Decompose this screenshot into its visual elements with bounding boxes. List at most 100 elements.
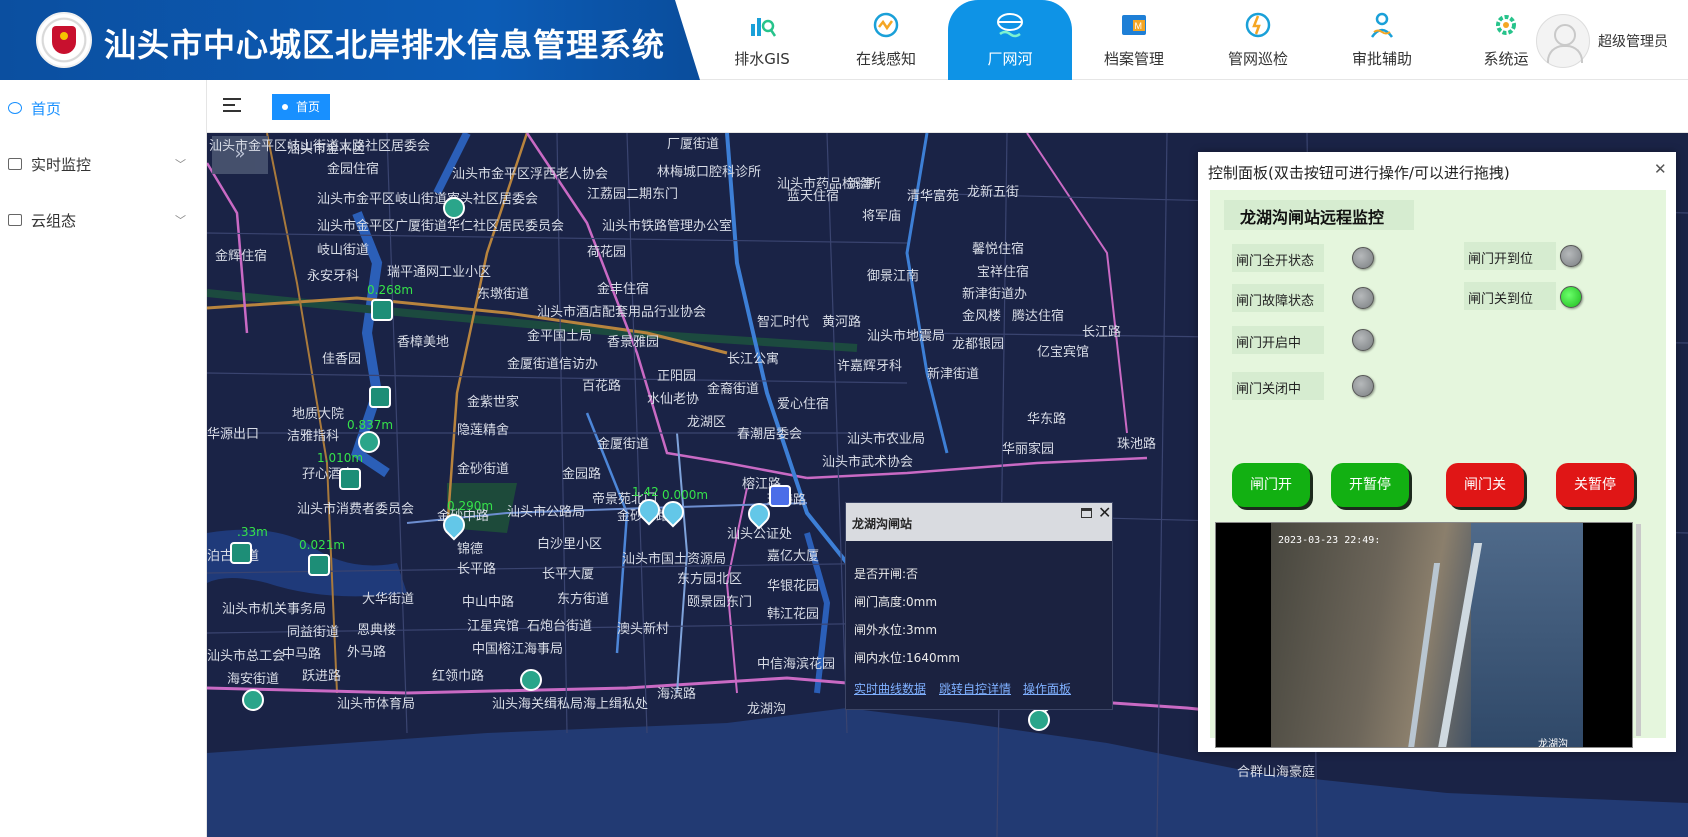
nav-item-inspection[interactable]: 管网巡检 (1196, 0, 1320, 80)
map-place-label: 颐景园东门 (687, 595, 753, 610)
map-place-label: 金厦街道 (597, 437, 650, 452)
map-place-label: 恩典楼 (357, 623, 397, 638)
gate-station-marker[interactable] (369, 386, 391, 408)
map-place-label: 合群山海豪庭 (1237, 765, 1316, 780)
operation-panel-link[interactable]: 操作面板 (1023, 680, 1071, 697)
map-place-label: 黄河路 (822, 315, 862, 330)
status-label-closed-position: 闸门关到位 (1464, 282, 1556, 310)
popup-row-open: 是否开闸:否 (854, 567, 919, 581)
nav-item-archive[interactable]: M 档案管理 (1072, 0, 1196, 80)
map-place-label: 香景雅园 (607, 335, 660, 350)
sidebar-item-home[interactable]: 首页 (0, 80, 207, 136)
station-marker[interactable] (358, 431, 380, 453)
monitor-icon (8, 158, 22, 170)
tab-home[interactable]: 首页 (272, 94, 331, 120)
map-place-label: 华东路 (1027, 412, 1067, 427)
station-title: 龙湖沟闸站远程监控 (1224, 200, 1414, 230)
map-place-label: 新津 (847, 177, 874, 192)
sidebar: 首页 实时监控 ﹀ 云组态 ﹀ (0, 80, 207, 837)
map-place-label: 长平路 (457, 562, 497, 577)
map-place-label: 御景江南 (867, 269, 920, 284)
map-place-label: 中信海滨花园 (757, 657, 836, 672)
station-info-popup[interactable]: 龙湖沟闸站 ✕ 是否开闸:否 闸门高度:0mm 闸外水位:3mm 闸内水位:16… (845, 502, 1113, 710)
sidebar-item-realtime-monitor[interactable]: 实时监控 ﹀ (0, 136, 207, 192)
station-marker[interactable] (520, 669, 542, 691)
map-place-label: 长平大厦 (542, 567, 595, 582)
nav-item-gis[interactable]: 排水GIS (700, 0, 824, 80)
water-level-value: 0.837m (347, 418, 394, 432)
map-place-label: 汕头市武术协会 (822, 455, 914, 470)
control-panel[interactable]: 控制面板(双击按钮可进行操作/可以进行拖拽) ✕ 龙湖沟闸站远程监控 闸门全开状… (1198, 152, 1676, 752)
app-title: 汕头市中心城区北岸排水信息管理系统 (104, 26, 666, 64)
close-icon[interactable]: ✕ (1654, 160, 1667, 178)
gate-open-button[interactable]: 闸门开 (1232, 463, 1310, 507)
map-place-label: 金砂街道 (457, 462, 510, 477)
map-place-label: 汕头市金平区 (287, 142, 366, 157)
map-place-label: 龙湖沟 (747, 702, 787, 717)
gate-close-button[interactable]: 闸门关 (1446, 463, 1524, 507)
gate-station-marker[interactable] (230, 542, 252, 564)
map-place-label: 金丰住宿 (597, 282, 650, 297)
camera-image (1271, 523, 1583, 747)
map-place-label: 隐莲精舍 (457, 423, 510, 438)
approval-user-icon (1370, 12, 1394, 38)
system-gear-icon (1496, 15, 1516, 35)
video-scrollbar[interactable] (1636, 524, 1641, 736)
map-place-label: 正阳园 (657, 369, 697, 384)
map-place-label: 腾达住宿 (1012, 309, 1065, 324)
map-place-label: 江星宾馆 (467, 619, 520, 634)
map-place-label: 金辉住宿 (215, 249, 268, 264)
map-place-label: 洁雅指科 (287, 429, 340, 444)
status-label-closing: 闸门关闭中 (1232, 372, 1324, 400)
station-marker[interactable] (242, 689, 264, 711)
map-place-label: 外马路 (347, 645, 387, 660)
map-place-label: 龙新五街 (967, 185, 1020, 200)
status-label-opening: 闸门开启中 (1232, 326, 1324, 354)
map-place-label: 龙湖区 (687, 415, 727, 430)
nav-label: 在线感知 (855, 50, 916, 68)
water-level-value: 0.021m (299, 538, 346, 552)
user-avatar[interactable] (1536, 14, 1590, 68)
nav-item-sensor[interactable]: 在线感知 (824, 0, 948, 80)
popup-header[interactable]: 龙湖沟闸站 ✕ (846, 503, 1112, 541)
map-place-label: 香樟美地 (397, 335, 450, 350)
map-place-label: 华源出口 (207, 427, 260, 442)
popup-row-gate-height: 闸门高度:0mm (854, 595, 938, 609)
map-place-label: 金平国土局 (527, 329, 593, 344)
map-place-label: 永安牙科 (307, 269, 360, 284)
panel-title: 控制面板(双击按钮可进行操作/可以进行拖拽) (1208, 164, 1510, 182)
gate-station-marker[interactable] (308, 554, 330, 576)
user-name[interactable]: 超级管理员 (1598, 31, 1668, 51)
map-place-label: 中山中路 (462, 595, 515, 610)
maximize-icon[interactable] (1081, 508, 1092, 518)
map-place-label: 红领巾路 (432, 669, 485, 684)
map-place-label: 汕头市金平区浮西老人协会 (452, 167, 609, 182)
close-icon[interactable]: ✕ (1098, 503, 1111, 522)
map-place-label: 汕头市酒店配套用品行业协会 (537, 305, 707, 320)
menu-toggle-icon[interactable] (223, 98, 241, 112)
map-place-label: 跃进路 (302, 669, 342, 684)
svg-text:M: M (1135, 21, 1143, 31)
sidebar-item-cloud-config[interactable]: 云组态 ﹀ (0, 192, 207, 248)
close-pause-button[interactable]: 关暂停 (1556, 463, 1634, 507)
open-pause-button[interactable]: 开暂停 (1331, 463, 1409, 507)
map-place-label: 东方街道 (557, 592, 610, 607)
nav-label: 档案管理 (1103, 50, 1164, 68)
selected-station-marker[interactable] (769, 485, 791, 507)
realtime-curve-link[interactable]: 实时曲线数据 (854, 680, 926, 697)
map-place-label: 佳香园 (322, 352, 362, 367)
nav-item-approval[interactable]: 审批辅助 (1320, 0, 1444, 80)
nav-label: 厂网河 (987, 50, 1033, 68)
camera-video-feed[interactable]: 2023-03-23 22:49: 龙湖沟 (1215, 522, 1633, 748)
nav-item-factory-network[interactable]: 厂网河 (948, 0, 1072, 80)
sidebar-item-label: 云组态 (31, 212, 77, 230)
control-detail-link[interactable]: 跳转自控详情 (939, 680, 1011, 697)
gate-station-marker[interactable] (339, 468, 361, 490)
map-place-label: 许嘉辉牙科 (837, 359, 903, 374)
station-marker[interactable] (1028, 709, 1050, 731)
map-place-label: 金紫世家 (467, 395, 520, 410)
status-indicator-fully-open (1352, 247, 1374, 269)
gate-station-marker[interactable] (371, 299, 393, 321)
station-marker[interactable] (443, 197, 465, 219)
water-level-value: 1.42 (632, 485, 659, 499)
